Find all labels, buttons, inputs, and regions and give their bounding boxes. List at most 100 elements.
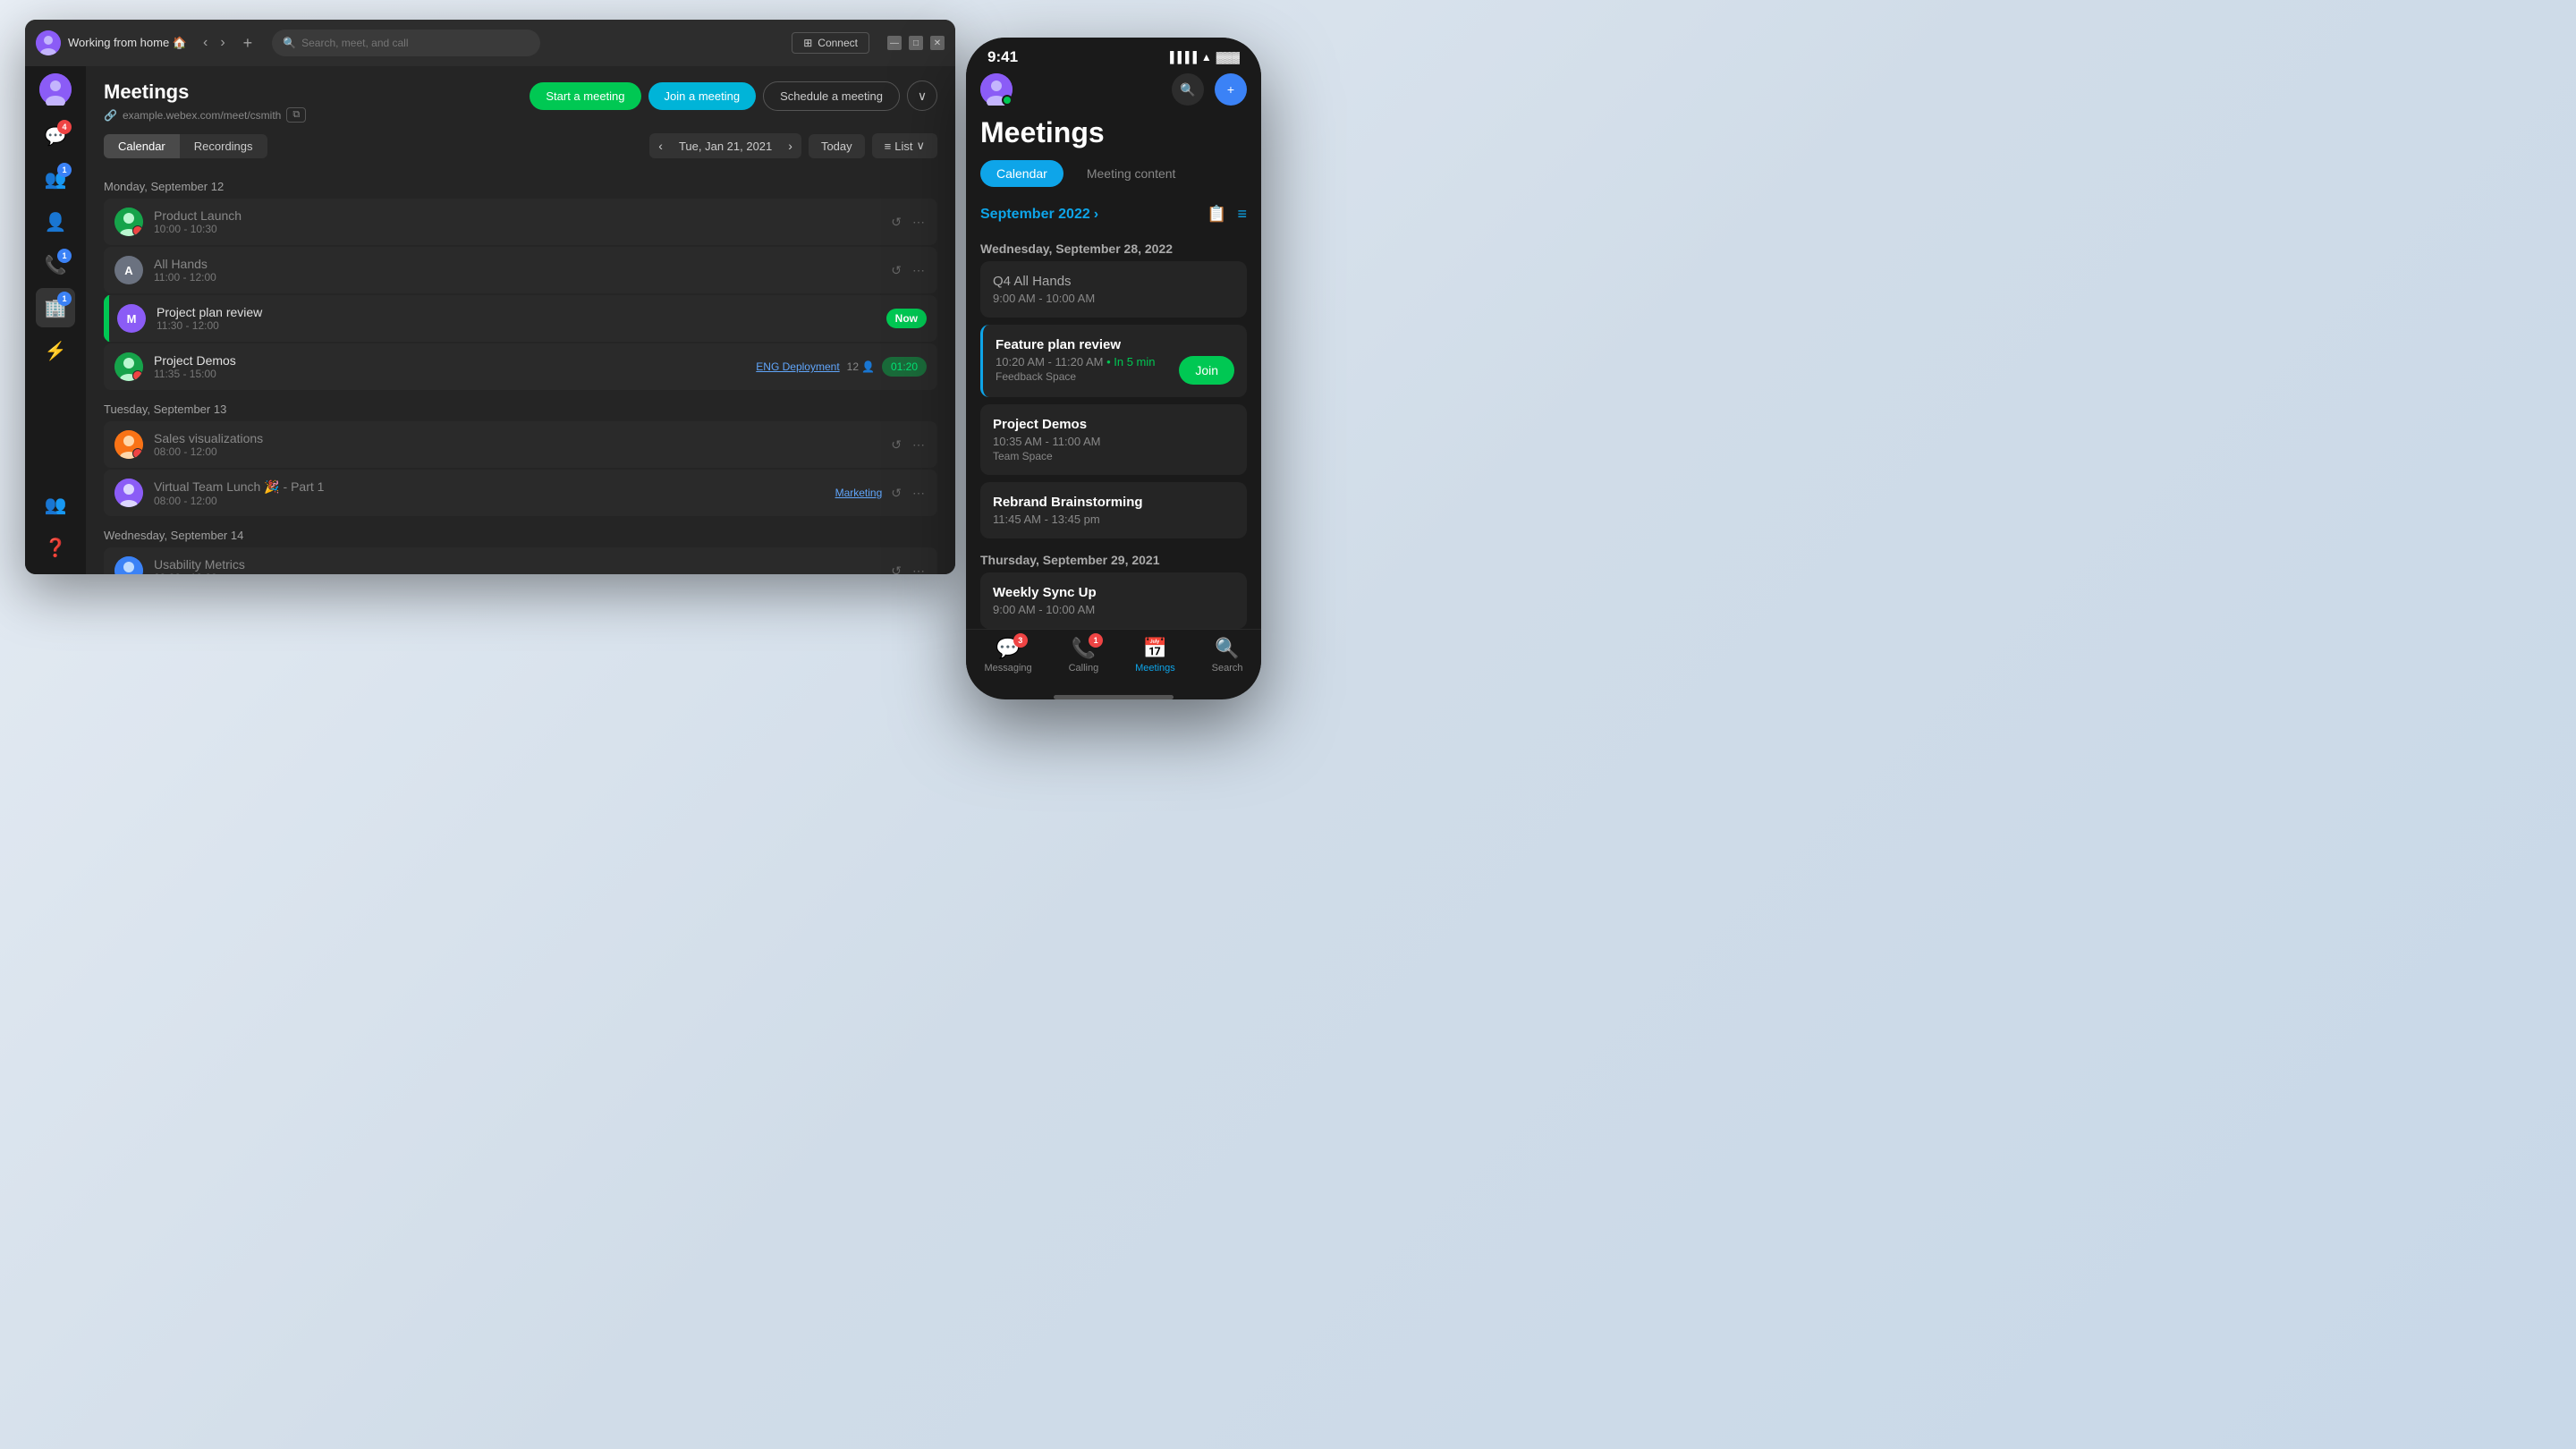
mobile-meeting-name: Q4 All Hands [993, 274, 1234, 289]
next-date-button[interactable]: › [779, 133, 801, 158]
meeting-actions: ↺ ⋯ [889, 213, 927, 232]
close-button[interactable]: ✕ [930, 36, 945, 50]
mobile-meeting-card[interactable]: Project Demos 10:35 AM - 11:00 AM Team S… [980, 404, 1247, 475]
day-header-monday: Monday, September 12 [104, 169, 937, 199]
sidebar-item-people[interactable]: 👥 1 [36, 159, 75, 199]
presence-indicator [1002, 95, 1013, 106]
sidebar-item-contacts[interactable]: 👤 [36, 202, 75, 242]
meeting-item[interactable]: A All Hands 11:00 - 12:00 ↺ ⋯ [104, 247, 937, 293]
mobile-tabs: Calendar Meeting content [966, 160, 1261, 198]
maximize-button[interactable]: □ [909, 36, 923, 50]
mobile-meeting-card[interactable]: Weekly Sync Up 9:00 AM - 10:00 AM [980, 572, 1247, 629]
start-meeting-button[interactable]: Start a meeting [530, 82, 640, 110]
mobile-meeting-card-featured[interactable]: Feature plan review 10:20 AM - 11:20 AM … [980, 325, 1247, 397]
list-chevron-icon: ∨ [916, 139, 925, 153]
mobile-join-button[interactable]: Join [1179, 356, 1234, 385]
meeting-item[interactable]: Product Launch 10:00 - 10:30 ↺ ⋯ [104, 199, 937, 245]
month-chevron-icon: › [1094, 207, 1098, 223]
add-icon: + [1227, 82, 1234, 97]
meeting-more-icon[interactable]: ⋯ [911, 484, 927, 503]
meeting-tag[interactable]: ENG Deployment [756, 360, 839, 373]
meeting-actions: ENG Deployment 12 👤 01:20 [756, 357, 927, 377]
list-icon: ≡ [885, 140, 892, 153]
prev-date-button[interactable]: ‹ [649, 133, 672, 158]
meeting-more-icon[interactable]: ⋯ [911, 213, 927, 232]
minimize-button[interactable]: — [887, 36, 902, 50]
calendar-icon[interactable]: 📋 [1207, 205, 1226, 224]
meeting-time: 08:00 - 12:00 [154, 445, 878, 458]
meeting-info: All Hands 11:00 - 12:00 [154, 257, 878, 284]
nav-back-button[interactable]: ‹ [198, 33, 213, 53]
meeting-avatar [114, 352, 143, 381]
copy-url-button[interactable]: ⧉ [286, 107, 306, 123]
mobile-add-button[interactable]: + [1215, 73, 1247, 106]
mobile-meeting-space: Team Space [993, 450, 1234, 462]
mobile-tab-calendar[interactable]: Calendar [980, 160, 1063, 187]
mobile-day-header-sep28: Wednesday, September 28, 2022 [980, 234, 1247, 261]
meeting-tag[interactable]: Marketing [835, 487, 883, 499]
mobile-nav-messaging[interactable]: 💬 3 Messaging [984, 637, 1031, 674]
mobile-nav-search[interactable]: 🔍 Search [1212, 637, 1243, 674]
meeting-actions: Marketing ↺ ⋯ [835, 484, 927, 503]
time-note: • In 5 min [1106, 355, 1155, 369]
mobile-tab-meeting-content[interactable]: Meeting content [1071, 160, 1192, 187]
desktop-window: Working from home 🏠 ‹ › + 🔍 ⊞ Connect — … [25, 20, 955, 574]
list-view-icon[interactable]: ≡ [1237, 205, 1247, 224]
meeting-refresh-icon[interactable]: ↺ [889, 261, 903, 280]
meeting-time: 11:00 - 12:00 [154, 271, 878, 284]
meetings-title-section: Meetings 🔗 example.webex.com/meet/csmith… [104, 80, 306, 123]
schedule-meeting-button[interactable]: Schedule a meeting [763, 81, 900, 111]
title-bar-avatar [36, 30, 61, 55]
mobile-nav-calling[interactable]: 📞 1 Calling [1069, 637, 1099, 674]
day-header-wednesday: Wednesday, September 14 [104, 518, 937, 547]
meeting-refresh-icon[interactable]: ↺ [889, 562, 903, 575]
mobile-user-avatar[interactable] [980, 73, 1013, 106]
sidebar-item-messaging[interactable]: 💬 4 [36, 116, 75, 156]
meeting-item[interactable]: Sales visualizations 08:00 - 12:00 ↺ ⋯ [104, 421, 937, 468]
meeting-refresh-icon[interactable]: ↺ [889, 436, 903, 454]
meeting-info: Project Demos 11:35 - 15:00 [154, 353, 745, 380]
meeting-item[interactable]: Usability Metrics 09:00 - 10:00 ↺ ⋯ [104, 547, 937, 574]
mobile-nav-meetings[interactable]: 📅 Meetings [1135, 637, 1175, 674]
calling-badge: 1 [57, 249, 72, 263]
sidebar-item-help[interactable]: ❓ [36, 528, 75, 567]
search-input[interactable] [301, 37, 530, 49]
mobile-meeting-card[interactable]: Q4 All Hands 9:00 AM - 10:00 AM [980, 261, 1247, 318]
mobile-meeting-card[interactable]: Rebrand Brainstorming 11:45 AM - 13:45 p… [980, 482, 1247, 538]
mobile-meetings-title: Meetings [966, 116, 1261, 160]
meeting-item[interactable]: Project Demos 11:35 - 15:00 ENG Deployme… [104, 343, 937, 390]
connect-button[interactable]: ⊞ Connect [792, 32, 869, 54]
date-nav-group: ‹ Tue, Jan 21, 2021 › [649, 133, 801, 158]
window-controls: — □ ✕ [887, 36, 945, 50]
meeting-more-icon[interactable]: ⋯ [911, 436, 927, 454]
wifi-icon: ▲ [1201, 51, 1212, 64]
calendar-tabs: Calendar Recordings [104, 134, 267, 158]
meeting-item[interactable]: M Project plan review 11:30 - 12:00 Now [104, 295, 937, 342]
connect-icon: ⊞ [803, 37, 812, 49]
meeting-more-icon[interactable]: ⋯ [911, 261, 927, 280]
tab-calendar[interactable]: Calendar [104, 134, 180, 158]
sidebar-item-calling[interactable]: 📞 1 [36, 245, 75, 284]
mobile-search-icon-button[interactable]: 🔍 [1172, 73, 1204, 106]
join-meeting-button[interactable]: Join a meeting [648, 82, 757, 110]
meeting-more-icon[interactable]: ⋯ [911, 562, 927, 575]
tab-recordings[interactable]: Recordings [180, 134, 267, 158]
meeting-actions: Now [886, 309, 927, 328]
meeting-refresh-icon[interactable]: ↺ [889, 213, 903, 232]
today-button[interactable]: Today [809, 134, 865, 158]
sidebar-user-avatar[interactable] [39, 73, 72, 106]
meeting-item[interactable]: Virtual Team Lunch 🎉 - Part 1 08:00 - 12… [104, 470, 937, 516]
new-tab-button[interactable]: + [238, 32, 258, 55]
sidebar-item-teams[interactable]: 👥 [36, 485, 75, 524]
nav-forward-button[interactable]: › [215, 33, 230, 53]
list-view-button[interactable]: ≡ List ∨ [872, 133, 937, 158]
sidebar: 💬 4 👥 1 👤 📞 1 🏢 1 ⚡ 👥 [25, 66, 86, 574]
calling-nav-badge: 1 [1089, 633, 1103, 648]
sidebar-item-meetings[interactable]: 🏢 1 [36, 288, 75, 327]
meeting-time: 08:00 - 12:00 [154, 495, 825, 507]
mobile-header-icons: 🔍 + [1172, 73, 1247, 106]
meeting-avatar [114, 430, 143, 459]
actions-dropdown-button[interactable]: ∨ [907, 80, 937, 111]
meeting-refresh-icon[interactable]: ↺ [889, 484, 903, 503]
sidebar-item-apps[interactable]: ⚡ [36, 331, 75, 370]
